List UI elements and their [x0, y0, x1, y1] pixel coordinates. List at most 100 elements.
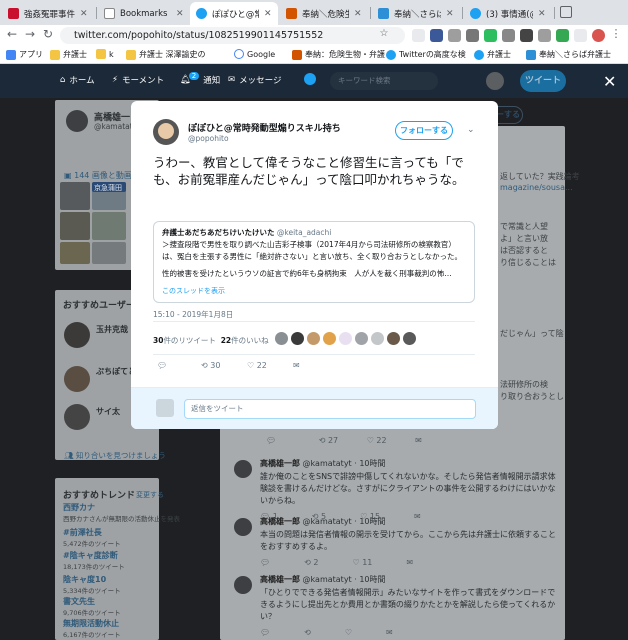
close-tab-icon[interactable]: ✕ — [446, 9, 454, 19]
extension-icon[interactable] — [520, 29, 533, 42]
back-icon[interactable]: ← — [4, 27, 20, 41]
timeline-tweet[interactable]: 高橋雄一郎 @kamatatyt · 10時間 誰か俺のことをSNSで誹謗中傷し… — [228, 458, 556, 521]
close-tab-icon[interactable]: ✕ — [538, 9, 546, 19]
liker-avatar[interactable] — [307, 332, 320, 345]
user-avatar[interactable] — [234, 460, 252, 478]
search-input[interactable]: キーワード検索 — [330, 72, 438, 90]
find-friends-link[interactable]: 👥︎ 知り合いを見つけましょう — [64, 450, 166, 461]
retweet-button[interactable]: ⟲ 30 — [201, 361, 220, 370]
extension-icon[interactable] — [466, 29, 479, 42]
close-modal-icon[interactable]: ✕ — [603, 72, 616, 91]
facebook-icon[interactable] — [430, 29, 443, 42]
twitter-logo-icon[interactable] — [304, 73, 316, 85]
extension-icon[interactable] — [502, 29, 515, 42]
liker-avatar[interactable] — [387, 332, 400, 345]
extension-icon[interactable] — [412, 29, 425, 42]
chevron-down-icon[interactable]: ⌄ — [467, 125, 475, 135]
bookmark-apps[interactable]: アプリ — [6, 49, 43, 60]
liker-avatar[interactable] — [291, 332, 304, 345]
forward-icon[interactable]: → — [22, 27, 38, 41]
like-icon[interactable]: ♡ — [367, 436, 374, 445]
liker-avatar[interactable] — [339, 332, 352, 345]
menu-kebab-icon[interactable]: ⋮ — [608, 27, 624, 40]
extension-icon[interactable] — [556, 29, 569, 42]
trends-change-link[interactable]: 変更する — [136, 490, 164, 500]
close-tab-icon[interactable]: ✕ — [354, 9, 362, 19]
bookmark-star-icon[interactable]: ☆ — [376, 28, 392, 39]
media-thumbnail[interactable] — [60, 212, 90, 240]
browser-tab[interactable]: Bookmarks ✕ — [98, 2, 190, 25]
reply-icon[interactable]: 💬︎ — [157, 361, 167, 370]
browser-tab[interactable]: (3) 事情通(@p ✕ — [464, 2, 552, 25]
author-name[interactable]: ぽぽひと@常時発動型煽りスキル持ち — [188, 121, 341, 134]
author-avatar[interactable] — [153, 119, 179, 145]
bookmark-item[interactable]: Twitterの高度な検 — [386, 49, 466, 60]
trend-item[interactable]: 書文先生 — [63, 596, 95, 607]
retweet-icon[interactable]: ⟲ — [319, 436, 326, 445]
like-icon[interactable]: ♡ 11 — [353, 558, 373, 567]
rec-user-name[interactable]: 玉井克哉 — [96, 324, 128, 335]
like-icon[interactable]: ♡ — [345, 628, 352, 637]
media-thumbnail[interactable] — [92, 212, 126, 240]
extension-icon[interactable] — [538, 29, 551, 42]
trend-item[interactable]: 陰キャ度10 — [63, 574, 106, 585]
media-thumbnail[interactable] — [60, 182, 90, 210]
reply-icon[interactable]: 💬︎ — [266, 436, 276, 445]
follow-button[interactable]: フォローする — [395, 121, 453, 140]
timeline-tweet[interactable]: 高橋雄一郎 @kamatatyt · 10時間 「ひとりでできる発信者情報開示」… — [228, 574, 556, 637]
evernote-icon[interactable] — [484, 29, 497, 42]
browser-tab[interactable]: 強姦冤罪事件 ✕ — [2, 2, 94, 25]
tweet-timestamp[interactable]: 15:10 - 2019年1月8日 — [153, 309, 233, 320]
show-thread-link[interactable]: このスレッドを表示 — [162, 286, 225, 296]
like-button[interactable]: ♡ 22 — [247, 361, 267, 370]
reply-input[interactable]: 返信をツイート — [184, 399, 476, 419]
profile-avatar[interactable] — [592, 29, 605, 42]
liker-avatar[interactable] — [355, 332, 368, 345]
retweet-icon[interactable]: ⟲ 2 — [304, 558, 318, 567]
trend-item[interactable]: #前澤社長 — [63, 527, 102, 538]
user-avatar[interactable] — [64, 322, 90, 348]
trend-item[interactable]: #陰キャ度診断 — [63, 550, 118, 561]
extension-icon[interactable] — [448, 29, 461, 42]
reply-icon[interactable]: 💬︎ — [260, 628, 270, 637]
quoted-author[interactable]: 弁護士あだちあだちけいたけいた @keita_adachi — [162, 227, 331, 238]
message-icon[interactable]: ✉ — [415, 436, 422, 445]
media-thumbnail[interactable] — [92, 242, 126, 264]
trend-item[interactable]: 無期限活動休止 — [63, 618, 119, 629]
reload-icon[interactable]: ↻ — [40, 27, 56, 41]
bookmark-item[interactable]: 弁護士 — [474, 49, 511, 60]
bookmark-item[interactable]: 弁護士 深澤諭史の — [126, 49, 206, 60]
nav-messages[interactable]: ✉ メッセージ — [228, 74, 281, 86]
browser-tab-active[interactable]: ぽぽひと@常時 ✕ — [190, 2, 278, 25]
retweet-icon[interactable]: ⟲ — [304, 628, 311, 637]
retweet-count[interactable]: 30 — [153, 336, 163, 345]
user-avatar[interactable] — [234, 518, 252, 536]
reply-icon[interactable]: 💬︎ — [260, 558, 270, 567]
liker-avatar[interactable] — [403, 332, 416, 345]
media-thumbnail[interactable] — [60, 242, 90, 264]
close-tab-icon[interactable]: ✕ — [264, 9, 272, 19]
bookmark-item[interactable]: Google — [234, 49, 275, 59]
bookmark-item[interactable]: 弁護士 — [50, 49, 87, 60]
like-count[interactable]: 22 — [221, 336, 231, 345]
author-handle[interactable]: @popohito — [188, 134, 229, 143]
browser-tab[interactable]: 奉納＼危険生 ✕ — [280, 2, 368, 25]
profile-avatar[interactable] — [66, 110, 88, 132]
nav-notifications[interactable]: 🔔︎ 2 通知 — [180, 72, 220, 86]
message-icon[interactable]: ✉ — [386, 628, 393, 637]
new-tab-icon[interactable] — [560, 6, 572, 18]
media-link[interactable]: ▣ 144 画像と動画 — [64, 170, 132, 181]
liker-avatar[interactable] — [275, 332, 288, 345]
liker-avatar[interactable] — [323, 332, 336, 345]
message-icon[interactable]: ✉ — [406, 558, 413, 567]
quoted-tweet[interactable]: 弁護士あだちあだちけいたけいた @keita_adachi ＞捜査段階で男性を取… — [153, 221, 475, 303]
user-avatar[interactable] — [234, 576, 252, 594]
user-avatar[interactable] — [486, 72, 504, 90]
bookmark-item[interactable]: k — [96, 49, 114, 59]
close-tab-icon[interactable]: ✕ — [176, 9, 184, 19]
close-tab-icon[interactable]: ✕ — [80, 9, 88, 19]
tweet-button[interactable]: ツイート — [520, 70, 566, 92]
extension-icon[interactable] — [574, 29, 587, 42]
address-bar[interactable]: twitter.com/popohito/status/108251990114… — [60, 27, 405, 44]
nav-moments[interactable]: ⚡ モーメント — [112, 74, 164, 86]
